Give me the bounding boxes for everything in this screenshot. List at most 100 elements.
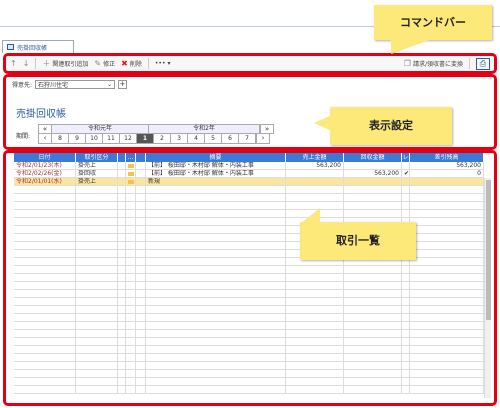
column-header[interactable]: 回収金額: [344, 153, 402, 162]
table-row[interactable]: 令和2/01/01(水) 掛売上 新規: [14, 178, 484, 186]
folder-icon: [128, 179, 134, 184]
document-icon: ❐: [403, 59, 411, 68]
sales-cell[interactable]: [286, 178, 344, 185]
client-value: 石狩川住宅: [38, 82, 69, 89]
month-6[interactable]: 6: [222, 134, 239, 144]
separator: [35, 58, 37, 69]
add-related-button[interactable]: ＋関連取引追加: [42, 58, 88, 69]
callout-display-settings: 表示設定: [314, 107, 452, 145]
column-header[interactable]: 差引残高: [410, 153, 484, 162]
column-header[interactable]: 摘要: [146, 153, 286, 162]
move-down-button[interactable]: ↓: [23, 59, 30, 68]
print-button[interactable]: ⎙: [476, 57, 490, 70]
type-cell[interactable]: 掛売上: [76, 178, 118, 185]
type-cell[interactable]: 掛回収: [76, 170, 118, 177]
client-select[interactable]: 石狩川住宅 ⌄: [35, 80, 116, 89]
empty-row: [14, 346, 484, 354]
check-cell[interactable]: [402, 162, 410, 169]
month-2[interactable]: 2: [154, 134, 171, 144]
add-client-button[interactable]: +: [118, 80, 128, 89]
sales-cell[interactable]: [286, 170, 344, 177]
page-title: 売掛回収帳: [16, 109, 66, 120]
transaction-list: 日付 取引区分… 摘要 売上金額 回収金額レ差引残高 令和2/01/23(木) 掛売上 【前…: [3, 150, 497, 406]
blank-cell: [136, 162, 146, 169]
receipt-cell[interactable]: 563,200: [344, 170, 402, 177]
period-selector: « 令和元年 令和2年 » ‹ 8 9 10 11 12 1 2 3 4 5 6 7 ›: [38, 124, 274, 144]
attachment-cell[interactable]: [126, 162, 136, 169]
column-header[interactable]: 売上金額: [286, 153, 344, 162]
month-7[interactable]: 7: [239, 134, 256, 144]
move-up-button[interactable]: ↑: [10, 59, 17, 68]
attachment-cell[interactable]: [126, 178, 136, 185]
convert-label: 請求/領収書に変換: [412, 61, 463, 68]
prev-month-button[interactable]: ‹: [38, 134, 52, 144]
flag-cell: [118, 170, 126, 177]
month-12[interactable]: 12: [120, 134, 137, 144]
separator: [469, 58, 470, 69]
column-header[interactable]: …: [126, 153, 136, 162]
date-cell[interactable]: 令和2/01/01(水): [14, 178, 76, 185]
check-cell[interactable]: ✔: [402, 170, 410, 177]
separator: [147, 58, 149, 69]
date-cell[interactable]: 令和2/01/23(木): [14, 162, 76, 169]
description-cell[interactable]: 【前】 桜田邸・木村邸 解体・内装工事: [146, 162, 286, 169]
table-body: 令和2/01/23(木) 掛売上 【前】 桜田邸・木村邸 解体・内装工事 563,20…: [14, 162, 484, 394]
empty-row: [14, 386, 484, 394]
type-cell[interactable]: 掛売上: [76, 162, 118, 169]
receipt-cell[interactable]: [344, 162, 402, 169]
balance-cell: 563,200: [410, 162, 484, 169]
attachment-cell[interactable]: [126, 170, 136, 177]
empty-row: [14, 210, 484, 218]
arrow-up-icon: ↑: [10, 59, 17, 68]
column-header[interactable]: 取引区分: [76, 153, 118, 162]
flag-cell: [118, 178, 126, 185]
month-1[interactable]: 1: [137, 134, 154, 144]
scrollbar-thumb[interactable]: [486, 180, 491, 320]
next-year-button[interactable]: »: [260, 124, 274, 134]
description-cell[interactable]: 【前】 桜田邸・木村邸 解体・内装工事: [146, 170, 286, 177]
empty-row: [14, 362, 484, 370]
description-cell[interactable]: 新規: [146, 178, 286, 185]
arrow-down-icon: ↓: [22, 59, 30, 68]
month-11[interactable]: 11: [103, 134, 120, 144]
empty-row: [14, 330, 484, 338]
blank-cell: [136, 178, 146, 185]
folder-icon: [128, 163, 134, 168]
empty-row: [14, 354, 484, 362]
chevron-down-icon: ⌄: [107, 81, 113, 88]
client-label: 得意先:: [12, 82, 33, 89]
convert-button[interactable]: ❐ 請求/領収書に変換: [404, 59, 463, 68]
receipt-cell[interactable]: [344, 178, 402, 185]
month-9[interactable]: 9: [69, 134, 86, 144]
column-header[interactable]: [118, 153, 126, 162]
period-label: 期間:: [16, 133, 31, 140]
month-10[interactable]: 10: [86, 134, 103, 144]
year-next: 令和2年: [149, 124, 260, 134]
month-4[interactable]: 4: [188, 134, 205, 144]
month-3[interactable]: 3: [171, 134, 188, 144]
callout-transaction-list: 取引一覧: [300, 208, 416, 260]
table-row[interactable]: 令和2/01/23(木) 掛売上 【前】 桜田邸・木村邸 解体・内装工事 563,20…: [14, 162, 484, 170]
more-button[interactable]: ••• ▾: [155, 60, 171, 67]
pencil-icon: ✎: [94, 59, 102, 68]
month-5[interactable]: 5: [205, 134, 222, 144]
date-cell[interactable]: 令和2/02/26(金): [14, 170, 76, 177]
column-header[interactable]: 日付: [14, 153, 76, 162]
month-8[interactable]: 8: [52, 134, 69, 144]
scrollbar[interactable]: [484, 178, 491, 398]
column-header[interactable]: [136, 153, 146, 162]
client-row: 得意先: 石狩川住宅 ⌄ +: [12, 80, 128, 89]
table-row[interactable]: 令和2/02/26(金) 掛回収 【前】 桜田邸・木村邸 解体・内装工事 563,20…: [14, 170, 484, 178]
column-header[interactable]: レ: [402, 153, 410, 162]
callout-command-bar: コマンドバー: [374, 5, 492, 40]
tab-ledger[interactable]: 売掛回収帳: [2, 40, 74, 53]
tab-label: 売掛回収帳: [17, 44, 48, 52]
edit-button[interactable]: ✎ 修正: [94, 59, 115, 68]
sales-cell[interactable]: 563,200: [286, 162, 344, 169]
check-cell[interactable]: [402, 178, 410, 185]
empty-row: [14, 282, 484, 290]
empty-row: [14, 306, 484, 314]
next-month-button[interactable]: ›: [256, 134, 270, 144]
prev-year-button[interactable]: «: [38, 124, 52, 134]
delete-button[interactable]: ✖ 削除: [121, 59, 142, 68]
